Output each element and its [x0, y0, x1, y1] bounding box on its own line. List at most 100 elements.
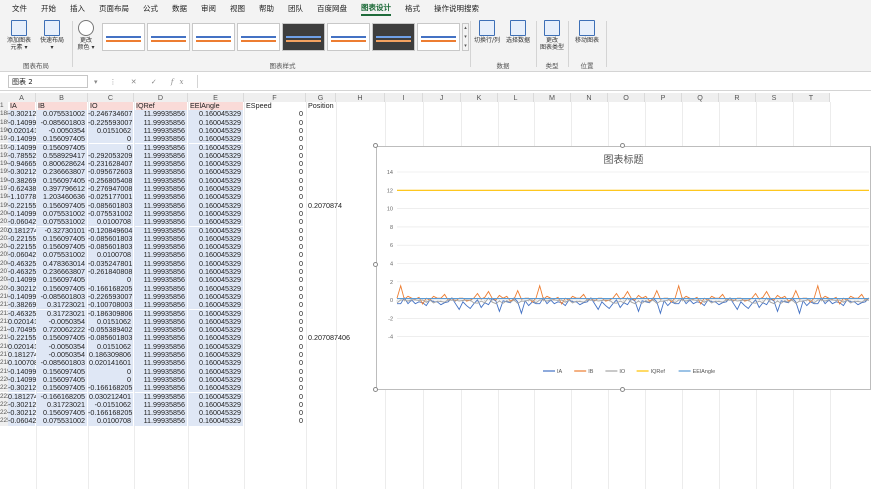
- table-cell[interactable]: 0: [244, 325, 305, 334]
- table-cell[interactable]: 0.075531002: [36, 417, 87, 426]
- table-cell[interactable]: 0: [244, 151, 305, 160]
- chart-plot[interactable]: 14 12 10 8 6 4 2 0 -2 -4 IA IB IO IQRef EElAngle: [377, 147, 871, 391]
- table-cell[interactable]: 0: [244, 226, 305, 235]
- table-cell[interactable]: 11.99935856: [134, 417, 187, 426]
- table-cell[interactable]: 0: [244, 209, 305, 218]
- table-cell[interactable]: 0: [244, 242, 305, 251]
- chart-resize-handle-n[interactable]: [620, 143, 625, 148]
- table-cell[interactable]: 0: [244, 342, 305, 351]
- table-cell[interactable]: 0: [244, 217, 305, 226]
- table-cell[interactable]: 0.0100708: [88, 417, 133, 426]
- change-chart-type-button[interactable]: 更改 图表类型: [537, 20, 567, 51]
- column-header-T: T: [793, 93, 830, 102]
- table-cell[interactable]: 0: [244, 134, 305, 143]
- table-cell[interactable]: 0: [244, 275, 305, 284]
- palette-icon: [78, 20, 94, 36]
- menu-9[interactable]: 团队: [288, 3, 303, 14]
- menu-5[interactable]: 数据: [172, 3, 187, 14]
- table-cell[interactable]: 0: [244, 118, 305, 127]
- switch-row-column-button[interactable]: 切换行/列: [472, 20, 502, 44]
- table-cell[interactable]: 0: [244, 259, 305, 268]
- menu-11[interactable]: 图表设计: [361, 2, 391, 16]
- table-cell[interactable]: 0: [244, 176, 305, 185]
- row-header: 207: [0, 268, 11, 277]
- select-data-button[interactable]: 选择数据: [503, 20, 533, 44]
- chart-style-8[interactable]: [417, 23, 460, 51]
- change-colors-button[interactable]: 更改 颜色 ▾: [75, 20, 97, 51]
- formula-input[interactable]: [197, 75, 871, 88]
- chart-resize-handle-w[interactable]: [373, 262, 378, 267]
- table-cell[interactable]: 0: [244, 292, 305, 301]
- table-cell[interactable]: 0: [244, 417, 305, 426]
- table-cell[interactable]: 0: [244, 267, 305, 276]
- table-cell[interactable]: 0: [244, 184, 305, 193]
- menu-1[interactable]: 开始: [41, 3, 56, 14]
- chart-style-6[interactable]: [327, 23, 370, 51]
- chart-style-1[interactable]: [102, 23, 145, 51]
- table-cell[interactable]: 0: [244, 143, 305, 152]
- chart-style-2[interactable]: [147, 23, 190, 51]
- move-chart-button[interactable]: 移动图表: [570, 20, 604, 44]
- table-cell[interactable]: 0: [244, 159, 305, 168]
- header-cell-F[interactable]: ESpeed: [246, 101, 305, 110]
- table-cell[interactable]: 0: [244, 392, 305, 401]
- table-cell[interactable]: 0: [244, 300, 305, 309]
- table-cell[interactable]: 0: [244, 168, 305, 177]
- select-all-corner[interactable]: [0, 93, 8, 102]
- menu-6[interactable]: 审阅: [201, 3, 216, 14]
- table-cell[interactable]: -0.060424802: [8, 417, 52, 426]
- select-data-icon: [510, 20, 526, 36]
- menu-0[interactable]: 文件: [12, 3, 27, 14]
- table-cell[interactable]: 0: [244, 317, 305, 326]
- menu-2[interactable]: 插入: [70, 3, 85, 14]
- table-cell[interactable]: 0: [244, 251, 305, 260]
- column-header-Q: Q: [682, 93, 719, 102]
- styles-scroll[interactable]: ▴ ▾ ▾: [462, 23, 469, 51]
- column-header-I: I: [385, 93, 423, 102]
- table-cell[interactable]: 0: [244, 334, 305, 343]
- menu-13[interactable]: 操作说明搜索: [434, 3, 479, 14]
- row-header: 218: [0, 359, 11, 368]
- chart-style-4[interactable]: [237, 23, 280, 51]
- name-box-dropdown-icon[interactable]: ▾: [94, 78, 98, 86]
- table-cell[interactable]: 0: [244, 126, 305, 135]
- menu-10[interactable]: 百度网盘: [317, 3, 347, 14]
- table-cell[interactable]: 0: [244, 309, 305, 318]
- table-cell[interactable]: 0: [244, 358, 305, 367]
- chart-style-5[interactable]: [282, 23, 325, 51]
- menu-7[interactable]: 视图: [230, 3, 245, 14]
- chart-style-3[interactable]: [192, 23, 235, 51]
- table-cell[interactable]: 0.207087406: [306, 334, 350, 343]
- table-cell[interactable]: 0: [244, 367, 305, 376]
- table-cell[interactable]: 0: [244, 375, 305, 384]
- menu-3[interactable]: 页面布局: [99, 3, 129, 14]
- y-tick-label: 10: [387, 207, 393, 213]
- table-cell[interactable]: 0: [244, 109, 305, 118]
- name-box[interactable]: 图表 2: [8, 75, 88, 88]
- quick-layout-button[interactable]: 快速布局 ▾: [36, 20, 68, 51]
- menu-12[interactable]: 格式: [405, 3, 420, 14]
- menu-4[interactable]: 公式: [143, 3, 158, 14]
- table-cell[interactable]: 0: [244, 383, 305, 392]
- header-cell-G[interactable]: Position: [308, 101, 335, 110]
- chart-style-7[interactable]: [372, 23, 415, 51]
- table-cell[interactable]: 0.160045329: [188, 417, 243, 426]
- move-chart-icon: [579, 20, 595, 36]
- add-chart-element-button[interactable]: 添加图表 元素 ▾: [4, 20, 34, 51]
- table-cell[interactable]: 0: [244, 350, 305, 359]
- table-cell[interactable]: 0: [244, 201, 305, 210]
- table-cell[interactable]: 0: [244, 400, 305, 409]
- table-cell[interactable]: 0: [244, 408, 305, 417]
- row-header: 189: [0, 118, 11, 127]
- table-cell[interactable]: 0.2070874: [306, 201, 342, 210]
- chart-area[interactable]: 图表标题 14 12 10 8 6 4 2 0 -2 -4 IA IB IO IQRef EElAngle: [376, 146, 871, 390]
- table-cell[interactable]: 0: [244, 284, 305, 293]
- row-header: 202: [0, 226, 11, 235]
- menu-8[interactable]: 帮助: [259, 3, 274, 14]
- chart-resize-handle-nw[interactable]: [373, 143, 378, 148]
- chart-resize-handle-sw[interactable]: [373, 387, 378, 392]
- table-cell[interactable]: 0: [244, 192, 305, 201]
- divider: [606, 21, 607, 67]
- chart-resize-handle-s[interactable]: [620, 387, 625, 392]
- table-cell[interactable]: 0: [244, 234, 305, 243]
